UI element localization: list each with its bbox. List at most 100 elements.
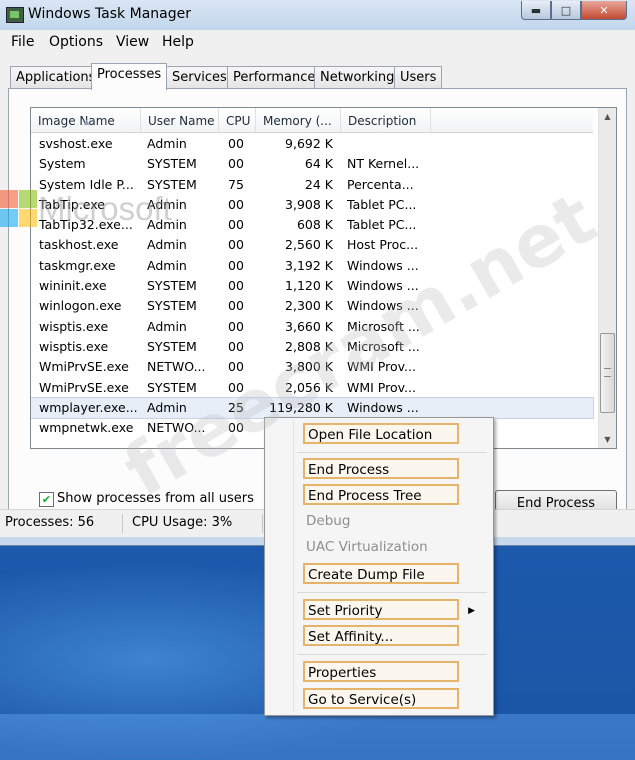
scroll-down-icon[interactable]: ▼ — [599, 431, 616, 448]
task-manager-icon — [6, 7, 24, 23]
table-row[interactable]: wininit.exe SYSTEM 00 1,120 K Windows ... — [31, 276, 593, 296]
vertical-scrollbar[interactable]: ▲ ▼ — [598, 108, 616, 448]
description-cell: Percenta... — [347, 176, 414, 192]
menu-end-process-tree[interactable]: End Process Tree — [303, 484, 459, 505]
column-description[interactable]: Description — [341, 108, 431, 132]
close-icon: ✕ — [599, 3, 609, 17]
tab-users[interactable]: Users — [394, 66, 443, 89]
table-row[interactable]: taskmgr.exe Admin 00 3,192 K Windows ... — [31, 256, 593, 276]
title-bar[interactable]: Windows Task Manager ▬ □ ✕ — [0, 0, 635, 30]
table-row[interactable]: WmiPrvSE.exe NETWO... 00 3,800 K WMI Prov... — [31, 357, 593, 377]
user-name-cell: NETWO... — [147, 359, 206, 375]
cpu-cell: 00 — [228, 156, 244, 172]
menu-set-affinity[interactable]: Set Affinity... — [303, 625, 459, 646]
memory-cell: 3,800 K — [285, 359, 333, 375]
user-name-cell: SYSTEM — [147, 176, 197, 192]
user-name-cell: Admin — [147, 136, 187, 151]
description-cell: Windows ... — [347, 399, 419, 415]
tab-processes[interactable]: Processes — [91, 63, 168, 90]
window-title: Windows Task Manager — [28, 6, 191, 22]
table-row[interactable]: WmiPrvSE.exe SYSTEM 00 2,056 K WMI Prov... — [31, 378, 593, 398]
cpu-cell: 00 — [228, 338, 244, 354]
process-name-cell: System — [39, 156, 86, 172]
table-row[interactable]: svshost.exe Admin 00 9,692 K — [31, 134, 593, 154]
status-processes: Processes: 56 — [5, 515, 95, 530]
cpu-cell: 00 — [228, 379, 244, 395]
maximize-button[interactable]: □ — [551, 1, 581, 20]
menu-open-file-location[interactable]: Open File Location — [303, 423, 459, 444]
memory-cell: 3,908 K — [285, 196, 333, 212]
table-row[interactable]: System Idle P... SYSTEM 75 24 K Percenta... — [31, 175, 593, 195]
scroll-thumb[interactable] — [600, 333, 615, 413]
user-name-cell: Admin — [147, 217, 187, 233]
process-name-cell: WmiPrvSE.exe — [39, 359, 129, 375]
column-memory[interactable]: Memory (... — [256, 108, 341, 132]
menu-separator — [297, 452, 487, 453]
cpu-cell: 00 — [228, 257, 244, 273]
tab-performance[interactable]: Performance — [227, 66, 322, 89]
menu-go-to-services[interactable]: Go to Service(s) — [303, 688, 459, 709]
process-name-cell: wisptis.exe — [39, 338, 109, 354]
user-name-cell: Admin — [147, 399, 187, 415]
status-divider — [122, 514, 123, 533]
user-name-cell: Admin — [147, 318, 187, 334]
table-row[interactable]: TabTip.exe Admin 00 3,908 K Tablet PC... — [31, 195, 593, 215]
table-row[interactable]: wmplayer.exe... Admin 25 119,280 K Windows .… — [31, 396, 594, 420]
close-button[interactable]: ✕ — [581, 1, 627, 20]
menu-create-dump-file[interactable]: Create Dump File — [303, 563, 459, 584]
column-cpu[interactable]: CPU — [219, 108, 256, 132]
menu-options[interactable]: Options — [49, 34, 103, 50]
scroll-up-icon[interactable]: ▲ — [599, 108, 616, 125]
cpu-cell: 00 — [228, 237, 244, 253]
description-cell: Windows ... — [347, 298, 419, 314]
table-row[interactable]: System SYSTEM 00 64 K NT Kernel... — [31, 154, 593, 174]
process-name-cell: taskmgr.exe — [39, 257, 116, 273]
table-row[interactable]: wisptis.exe SYSTEM 00 2,808 K Microsoft ... — [31, 337, 593, 357]
menu-properties[interactable]: Properties — [303, 661, 459, 682]
cpu-cell: 00 — [228, 196, 244, 212]
process-name-cell: wininit.exe — [39, 278, 107, 294]
menu-end-process[interactable]: End Process — [303, 458, 459, 479]
description-cell: Microsoft ... — [347, 338, 420, 354]
memory-cell: 2,808 K — [285, 338, 333, 354]
show-all-users-checkbox[interactable]: ✔ — [39, 492, 54, 507]
user-name-cell: SYSTEM — [147, 338, 197, 354]
column-image-name[interactable]: ▲ Image Name — [31, 108, 141, 132]
menu-view[interactable]: View — [116, 34, 149, 50]
column-user-name[interactable]: User Name — [141, 108, 219, 132]
menu-gutter — [293, 420, 294, 712]
description-cell: WMI Prov... — [347, 379, 416, 395]
memory-cell: 2,300 K — [285, 298, 333, 314]
grip-icon — [604, 368, 611, 377]
table-row[interactable]: wisptis.exe Admin 00 3,660 K Microsoft ... — [31, 317, 593, 337]
tab-applications[interactable]: Applications — [10, 66, 102, 89]
cpu-cell: 25 — [228, 399, 244, 415]
process-list[interactable]: ▲ Image Name User Name CPU Memory (... D… — [30, 107, 617, 449]
tab-services[interactable]: Services — [166, 66, 233, 89]
memory-cell: 3,192 K — [285, 257, 333, 273]
menu-file[interactable]: File — [11, 34, 34, 50]
user-name-cell: Admin — [147, 237, 187, 253]
menu-set-priority[interactable]: Set Priority ▶ — [303, 599, 475, 620]
sort-up-icon: ▲ — [84, 118, 90, 126]
show-all-users-label: Show processes from all users — [57, 491, 254, 506]
description-cell: Microsoft ... — [347, 318, 420, 334]
memory-cell: 9,692 K — [285, 136, 333, 151]
memory-cell: 3,660 K — [285, 318, 333, 334]
process-name-cell: TabTip32.exe... — [39, 217, 133, 233]
process-name-cell: wmpnetwk.exe — [39, 420, 134, 436]
table-row[interactable]: winlogon.exe SYSTEM 00 2,300 K Windows ... — [31, 296, 593, 316]
minimize-button[interactable]: ▬ — [521, 1, 551, 20]
column-header: ▲ Image Name User Name CPU Memory (... D… — [31, 108, 593, 133]
status-cpu-usage: CPU Usage: 3% — [132, 515, 233, 530]
table-row[interactable]: taskhost.exe Admin 00 2,560 K Host Proc... — [31, 235, 593, 255]
process-rows: svshost.exe Admin 00 9,692 K System SYSTEM 00 6… — [31, 134, 594, 438]
cpu-cell: 00 — [228, 318, 244, 334]
memory-cell: 64 K — [304, 156, 333, 172]
process-name-cell: WmiPrvSE.exe — [39, 379, 129, 395]
cpu-cell: 00 — [228, 217, 244, 233]
tab-networking[interactable]: Networking — [314, 66, 401, 89]
menu-help[interactable]: Help — [162, 34, 194, 50]
table-row[interactable]: TabTip32.exe... Admin 00 608 K Tablet PC... — [31, 215, 593, 235]
process-name-cell: winlogon.exe — [39, 298, 122, 314]
